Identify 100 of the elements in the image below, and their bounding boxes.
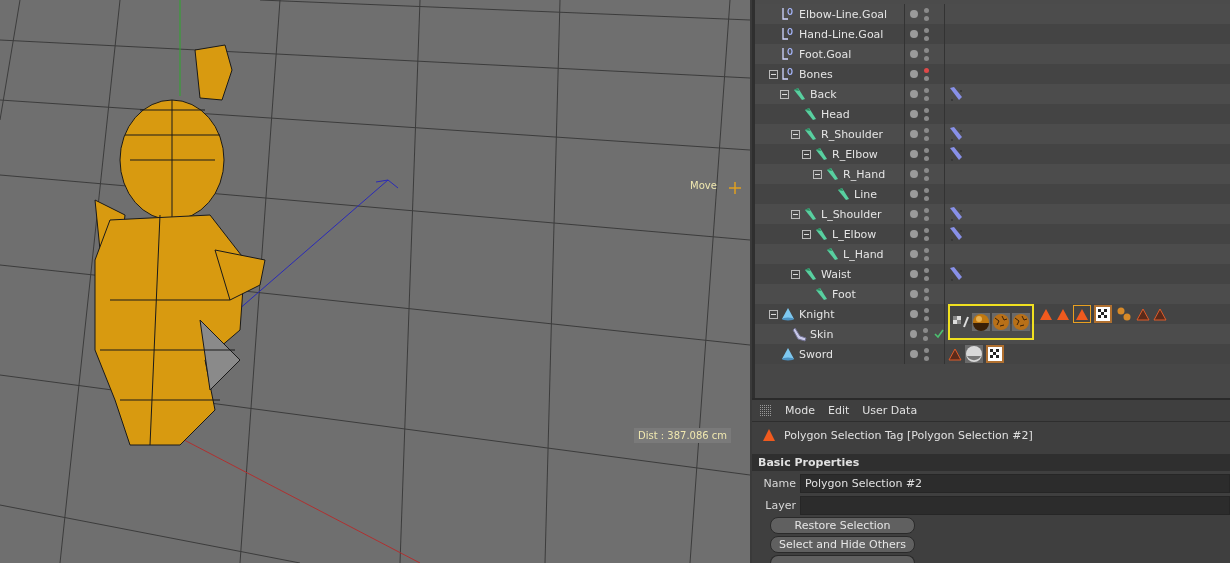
collapse-icon[interactable] <box>791 209 800 219</box>
render-visibility-dot[interactable] <box>923 15 929 21</box>
action-button[interactable] <box>770 555 915 563</box>
collapse-icon[interactable] <box>769 309 778 319</box>
render-visibility-dot[interactable] <box>923 335 928 341</box>
editor-visibility-dot[interactable] <box>923 227 929 233</box>
triangle-icon[interactable] <box>1039 307 1053 321</box>
render-visibility-dot[interactable] <box>923 35 929 41</box>
menu-item[interactable]: Mode <box>785 404 815 417</box>
object-name[interactable]: Back <box>810 87 837 101</box>
render-visibility-dot[interactable] <box>923 295 929 301</box>
bone-icon <box>825 247 839 261</box>
object-name[interactable]: Knight <box>799 307 835 321</box>
action-button[interactable]: Select and Hide Others <box>770 536 915 553</box>
editor-visibility-dot[interactable] <box>923 207 929 213</box>
layer-dot <box>910 310 918 318</box>
pen-tool-icon[interactable] <box>948 126 964 142</box>
editor-visibility-dot[interactable] <box>923 107 929 113</box>
object-name[interactable]: Head <box>821 107 850 121</box>
object-name[interactable]: R_Hand <box>843 167 886 181</box>
editor-visibility-dot[interactable] <box>923 347 929 353</box>
bone-icon <box>836 187 850 201</box>
render-visibility-dot[interactable] <box>923 215 929 221</box>
editor-visibility-dot[interactable] <box>923 7 929 13</box>
bone-icon <box>814 147 828 161</box>
editor-visibility-dot[interactable] <box>923 267 929 273</box>
pen-tool-icon[interactable] <box>948 206 964 222</box>
render-visibility-dot[interactable] <box>923 195 929 201</box>
object-name[interactable]: L_Elbow <box>832 227 877 241</box>
editor-visibility-dot[interactable] <box>923 67 929 73</box>
editor-visibility-dot[interactable] <box>923 147 929 153</box>
object-name[interactable]: R_Elbow <box>832 147 878 161</box>
layer-dot <box>910 250 918 258</box>
render-visibility-dot[interactable] <box>923 255 929 261</box>
two-spheres-icon[interactable] <box>1115 306 1133 322</box>
object-name[interactable]: Foot <box>832 287 856 301</box>
pen-tool-icon[interactable] <box>948 226 964 242</box>
editor-visibility-dot[interactable] <box>923 167 929 173</box>
bone-icon <box>814 287 828 301</box>
editor-visibility-dot[interactable] <box>923 47 929 53</box>
collapse-icon[interactable] <box>802 149 811 159</box>
render-visibility-dot[interactable] <box>923 235 929 241</box>
layer-dot <box>910 30 918 38</box>
editor-visibility-dot[interactable] <box>923 247 929 253</box>
object-name[interactable]: L_Hand <box>843 247 884 261</box>
object-name[interactable]: Line <box>854 187 877 201</box>
layer-dot <box>910 150 918 158</box>
pen-tool-icon[interactable] <box>948 146 964 162</box>
object-name[interactable]: L_Shoulder <box>821 207 882 221</box>
collapse-icon[interactable] <box>769 69 778 79</box>
layer-dot <box>910 330 917 338</box>
checker-icon[interactable] <box>986 345 1004 363</box>
pen-tool-icon[interactable] <box>948 266 964 282</box>
editor-visibility-dot[interactable] <box>923 307 929 313</box>
menu-item[interactable]: User Data <box>862 404 918 417</box>
render-visibility-dot[interactable] <box>923 55 929 61</box>
null-object-icon <box>781 27 795 41</box>
object-name[interactable]: Elbow-Line.Goal <box>799 7 888 21</box>
render-visibility-dot[interactable] <box>923 115 929 121</box>
collapse-icon[interactable] <box>791 129 800 139</box>
editor-visibility-dot[interactable] <box>923 327 928 333</box>
editor-visibility-dot[interactable] <box>923 127 929 133</box>
layer-dot <box>910 270 918 278</box>
render-visibility-dot[interactable] <box>923 75 929 81</box>
object-name[interactable]: Waist <box>821 267 851 281</box>
object-name[interactable]: R_Shoulder <box>821 127 884 141</box>
object-name[interactable]: Bones <box>799 67 833 81</box>
editor-visibility-dot[interactable] <box>923 27 929 33</box>
check-icon[interactable] <box>934 329 944 339</box>
collapse-icon[interactable] <box>780 89 789 99</box>
pen-tool-icon[interactable] <box>948 86 964 102</box>
render-visibility-dot[interactable] <box>923 155 929 161</box>
render-visibility-dot[interactable] <box>923 175 929 181</box>
object-name[interactable]: Hand-Line.Goal <box>799 27 884 41</box>
rough-sphere-icon[interactable] <box>1012 313 1030 331</box>
sphere-icon[interactable] <box>965 345 983 363</box>
collapse-icon[interactable] <box>802 229 811 239</box>
object-name[interactable]: Sword <box>799 347 834 361</box>
editor-visibility-dot[interactable] <box>923 287 929 293</box>
checker-icon[interactable] <box>1094 305 1112 323</box>
collapse-icon[interactable] <box>813 169 822 179</box>
render-visibility-dot[interactable] <box>923 275 929 281</box>
render-visibility-dot[interactable] <box>923 315 929 321</box>
render-visibility-dot[interactable] <box>923 95 929 101</box>
text-field[interactable]: Polygon Selection #2 <box>800 474 1230 493</box>
collapse-icon[interactable] <box>791 269 800 279</box>
action-button[interactable]: Restore Selection <box>770 517 915 534</box>
triangle-icon[interactable] <box>948 347 962 361</box>
triangle-icon[interactable] <box>1153 307 1167 321</box>
editor-visibility-dot[interactable] <box>923 87 929 93</box>
menu-item[interactable]: Edit <box>828 404 850 417</box>
triangle-icon[interactable] <box>1056 307 1070 321</box>
render-visibility-dot[interactable] <box>923 135 929 141</box>
editor-visibility-dot[interactable] <box>923 187 929 193</box>
sphere-icon[interactable] <box>972 313 990 331</box>
triangle-icon[interactable] <box>1136 307 1150 321</box>
object-name[interactable]: Foot.Goal <box>799 47 852 61</box>
object-name[interactable]: Skin <box>810 327 834 341</box>
text-field[interactable] <box>800 496 1230 515</box>
render-visibility-dot[interactable] <box>923 355 929 361</box>
